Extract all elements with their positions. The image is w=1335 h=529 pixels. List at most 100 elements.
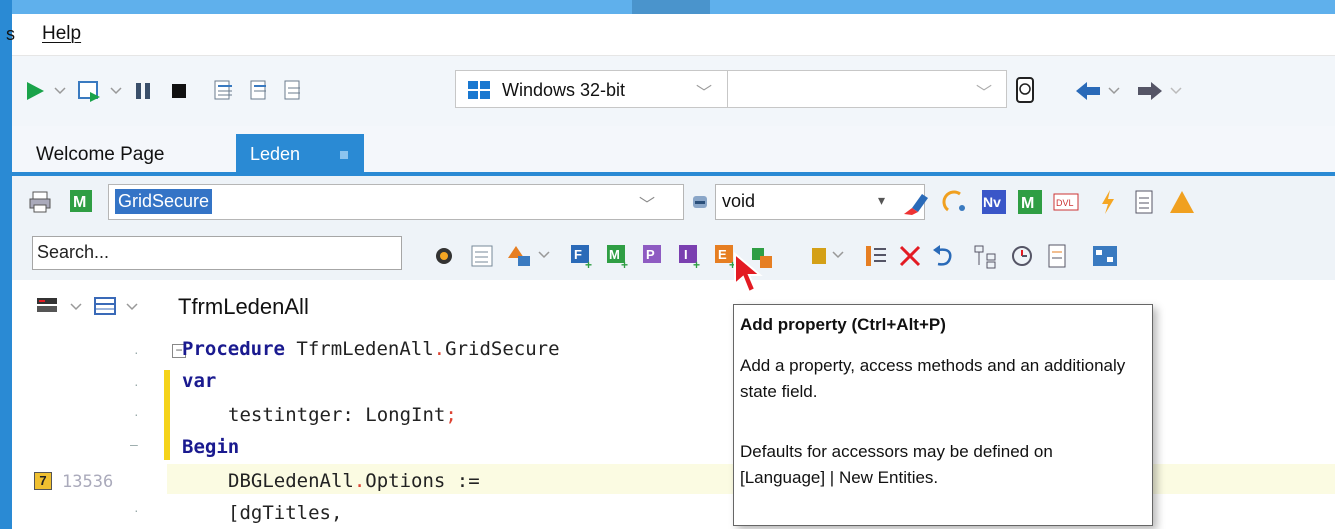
forward-arrow-icon[interactable] — [1136, 80, 1164, 102]
gutter-dot: · — [134, 502, 139, 518]
modified-lines-marker — [164, 370, 170, 460]
history-icon[interactable] — [1008, 242, 1036, 270]
printer-icon[interactable] — [28, 190, 52, 214]
dropdown-chevron-icon[interactable] — [54, 86, 66, 96]
menu-item-help[interactable]: Help — [42, 23, 81, 45]
shapes-add-icon[interactable] — [506, 242, 536, 270]
pause-icon[interactable] — [132, 80, 154, 102]
gutter-dot: · — [134, 406, 139, 422]
code-identifier: [dgTitles, — [228, 502, 343, 524]
step-into-icon[interactable] — [246, 78, 272, 104]
search-input[interactable] — [33, 237, 393, 267]
tooltip-note: Defaults for accessors may be defined on… — [740, 442, 1053, 487]
stop-icon[interactable] — [168, 80, 190, 102]
editor-toolbar: M GridSecure ﹀ void ▾ Nv M DVL F+ M+ P I… — [12, 176, 1335, 280]
return-type-value: void — [722, 191, 756, 211]
tab-welcome-page[interactable]: Welcome Page — [26, 136, 226, 172]
keyword: Procedure — [182, 338, 285, 360]
svg-text:E: E — [718, 247, 727, 262]
device-icon[interactable] — [1014, 76, 1038, 104]
bookmark-icon[interactable]: 7 — [34, 472, 52, 490]
dropdown-chevron-icon[interactable] — [70, 302, 82, 312]
chevron-down-icon: ▾ — [878, 192, 886, 208]
dropdown-chevron-icon[interactable] — [126, 302, 138, 312]
svg-text:Nv: Nv — [983, 194, 1001, 210]
class-structure-icon[interactable] — [92, 294, 120, 318]
tab-leden[interactable]: Leden — [236, 134, 364, 174]
method-value: GridSecure — [115, 189, 213, 214]
close-tab-icon[interactable] — [340, 151, 348, 159]
mouse-cursor-icon — [734, 252, 763, 294]
gutter-dot: · — [134, 344, 139, 360]
step-out-icon[interactable] — [280, 78, 306, 104]
svg-text:M: M — [73, 194, 86, 211]
code-semicolon: ; — [445, 404, 457, 426]
platform-select[interactable]: Windows 32-bit ﹀ — [455, 70, 733, 108]
line-number: 13536 — [62, 472, 114, 492]
tab-leden-label: Leden — [250, 144, 301, 164]
run-icon[interactable] — [24, 80, 46, 102]
svg-text:P: P — [646, 247, 655, 262]
bug-icon[interactable] — [430, 242, 458, 270]
dropdown-chevron-icon[interactable] — [110, 86, 122, 96]
add-indexer-icon[interactable]: I+ — [676, 242, 704, 270]
list-icon[interactable] — [468, 242, 496, 270]
diagram-icon[interactable] — [1090, 242, 1120, 270]
tooltip-title: Add property (Ctrl+Alt+P) — [740, 315, 946, 334]
class-breadcrumb[interactable]: TfrmLedenAll — [178, 294, 309, 320]
gutter-dot: · — [134, 376, 139, 392]
dropdown-chevron-icon[interactable] — [1170, 86, 1182, 96]
add-property-icon[interactable]: P — [640, 242, 668, 270]
svg-text:I: I — [684, 247, 688, 262]
document-icon[interactable] — [1132, 188, 1158, 216]
add-field-icon[interactable]: F+ — [568, 242, 596, 270]
code-line-assign: DBGLedenAll.Options := — [228, 470, 480, 492]
lightning-icon[interactable] — [1098, 188, 1118, 216]
code-line-begin: Begin — [182, 436, 239, 458]
back-arrow-icon[interactable] — [1074, 80, 1102, 102]
return-type-select[interactable]: void ▾ — [715, 184, 925, 220]
tooltip: Add property (Ctrl+Alt+P) Add a property… — [733, 304, 1153, 526]
undo-icon[interactable] — [930, 242, 958, 270]
window-titlebar — [0, 0, 1335, 14]
method-green-icon[interactable]: M — [1016, 188, 1044, 216]
dropdown-chevron-icon[interactable] — [832, 250, 844, 260]
configuration-select[interactable]: ﹀ — [727, 70, 1007, 108]
tooltip-description: Add a property, access methods and an ad… — [740, 356, 1126, 401]
method-select[interactable]: GridSecure ﹀ — [108, 184, 684, 220]
code-identifier: DBGLedenAll — [228, 470, 354, 492]
svg-text:+: + — [585, 258, 592, 270]
code-identifier: Options := — [365, 470, 480, 492]
warning-icon[interactable] — [1168, 188, 1196, 216]
menubar: s Help — [6, 14, 1335, 56]
code-line-declaration: testintger: LongInt; — [228, 404, 457, 426]
svg-text:M: M — [609, 247, 620, 262]
columns-icon[interactable] — [862, 242, 890, 270]
dvl-icon[interactable]: DVL — [1052, 190, 1080, 214]
unit-stack-icon[interactable] — [34, 294, 62, 318]
tree-icon[interactable] — [972, 242, 1000, 270]
delete-icon[interactable] — [896, 242, 924, 270]
method-icon[interactable]: M — [68, 188, 94, 214]
loading-icon[interactable] — [942, 188, 972, 216]
code-dot: . — [353, 470, 366, 492]
titlebar-segment — [632, 0, 710, 14]
svg-text:M: M — [1021, 195, 1034, 212]
code-identifier: testintger: LongInt — [228, 404, 446, 426]
nv-icon[interactable]: Nv — [980, 188, 1008, 216]
add-method-icon[interactable]: M+ — [604, 242, 632, 270]
search-field[interactable] — [32, 236, 402, 270]
dropdown-chevron-icon[interactable] — [1108, 86, 1120, 96]
dropdown-chevron-icon[interactable] — [538, 250, 550, 260]
stack-icon[interactable] — [806, 242, 834, 270]
svg-text:DVL: DVL — [1056, 198, 1074, 208]
svg-text:F: F — [574, 247, 582, 262]
eraser-icon[interactable] — [900, 188, 930, 216]
step-over-icon[interactable] — [212, 78, 238, 104]
run-without-debug-icon[interactable] — [76, 78, 102, 104]
minus-icon[interactable] — [690, 190, 710, 214]
menu-item-partial[interactable]: s — [6, 24, 15, 45]
code-line-titles: [dgTitles, — [228, 502, 342, 524]
notes-icon[interactable] — [1044, 242, 1072, 270]
document-tabs: Welcome Page Leden — [12, 126, 1335, 176]
